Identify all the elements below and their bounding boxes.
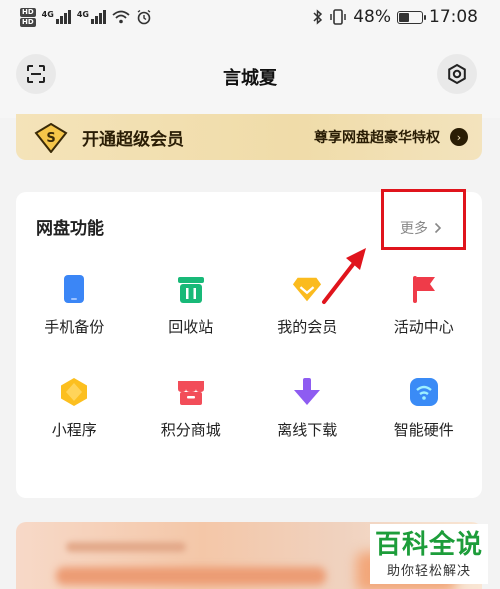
alarm-icon: [137, 9, 151, 25]
page-title: 言城夏: [223, 68, 277, 89]
download-arrow-icon: [292, 377, 322, 407]
features-title: 网盘功能: [36, 219, 104, 239]
feature-mini-programs[interactable]: 小程序: [16, 377, 133, 440]
signal-icon: 4G: [42, 10, 71, 24]
status-bar-right: 48% 17:08: [313, 7, 478, 27]
flag-icon: [409, 274, 439, 304]
bluetooth-icon: [313, 9, 323, 25]
battery-percent: 48%: [353, 7, 391, 27]
signal-icon: 4G: [77, 10, 106, 24]
phone-icon: [59, 274, 89, 304]
feature-smart-hardware[interactable]: 智能硬件: [366, 377, 483, 440]
clock-time: 17:08: [429, 7, 478, 27]
smart-device-icon: [409, 377, 439, 407]
watermark-title: 百科全说: [374, 529, 483, 560]
feature-label: 积分商城: [160, 421, 221, 439]
header: 言城夏: [0, 34, 500, 118]
watermark: 百科全说 助你轻松解决: [370, 524, 488, 584]
status-bar-left: HD HD 4G 4G: [20, 7, 152, 27]
battery-icon: [397, 10, 426, 24]
hexagon-icon: [59, 377, 89, 407]
feature-label: 手机备份: [44, 318, 105, 336]
trash-icon: [176, 274, 206, 304]
vibrate-icon: [330, 9, 346, 25]
wifi-icon: [112, 10, 130, 24]
feature-label: 智能硬件: [393, 421, 454, 439]
hd-badge: HD: [20, 17, 36, 27]
hd-badge: HD: [20, 7, 36, 17]
features-grid: 手机备份 回收站 我的会员 活动中心 小程序 积分商城 离线下载 智能硬件: [16, 274, 482, 440]
feature-label: 离线下载: [277, 421, 338, 439]
feature-recycle-bin[interactable]: 回收站: [133, 274, 250, 337]
feature-label: 小程序: [51, 421, 97, 439]
hd-indicators: HD HD: [20, 7, 36, 27]
feature-label: 回收站: [168, 318, 214, 336]
highlight-box: [381, 189, 466, 250]
svg-text:S: S: [46, 131, 55, 146]
feature-phone-backup[interactable]: 手机备份: [16, 274, 133, 337]
feature-offline-download[interactable]: 离线下载: [249, 377, 366, 440]
feature-label: 活动中心: [393, 318, 454, 336]
vip-subtitle: 尊享网盘超豪华特权: [314, 130, 440, 146]
vip-title: 开通超级会员: [82, 129, 184, 150]
shop-icon: [176, 377, 206, 407]
feature-points-mall[interactable]: 积分商城: [133, 377, 250, 440]
feature-label: 我的会员: [277, 318, 338, 336]
settings-icon: [448, 63, 466, 85]
settings-button[interactable]: [437, 54, 477, 94]
chevron-right-icon: ›: [450, 128, 468, 146]
watermark-subtitle: 助你轻松解决: [386, 563, 471, 579]
diamond-icon: [292, 274, 322, 304]
annotation-arrow-icon: [322, 248, 366, 304]
vip-banner[interactable]: S 开通超级会员 尊享网盘超豪华特权 ›: [16, 114, 482, 160]
super-vip-badge-icon: S: [34, 122, 68, 154]
feature-activity-center[interactable]: 活动中心: [366, 274, 483, 337]
status-bar: HD HD 4G 4G 48% 17:08: [0, 0, 500, 34]
